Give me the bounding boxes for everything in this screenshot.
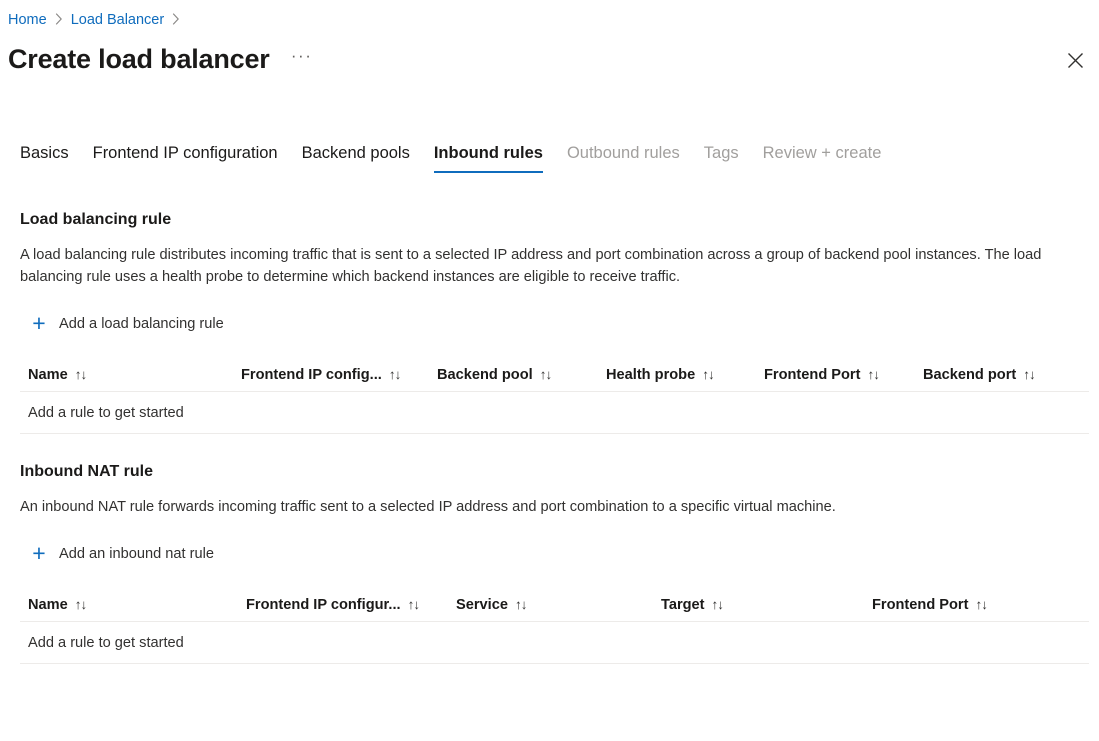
column-header-nat-target-label: Target (661, 596, 705, 613)
sort-arrows-icon[interactable]: ↑↓ (389, 367, 401, 382)
sort-arrows-icon[interactable]: ↑↓ (515, 597, 527, 612)
sort-arrows-icon[interactable]: ↑↓ (1023, 367, 1035, 382)
inbound-nat-rule-empty-row: Add a rule to get started (20, 622, 1089, 664)
sort-arrows-icon[interactable]: ↑↓ (867, 367, 879, 382)
chevron-right-icon-2 (172, 13, 180, 25)
column-header-nat-frontend-ip-configuration[interactable]: Frontend IP configur... ↑↓ (246, 597, 456, 613)
column-header-backend-port-label: Backend port (923, 366, 1017, 383)
sort-arrows-icon[interactable]: ↑↓ (540, 367, 552, 382)
load-balancing-rule-table: Name ↑↓ Frontend IP config... ↑↓ Backend… (20, 358, 1089, 434)
sort-arrows-icon[interactable]: ↑↓ (75, 367, 87, 382)
inbound-nat-rule-section: Inbound NAT rule An inbound NAT rule for… (20, 462, 1089, 664)
plus-icon: + (32, 310, 46, 336)
inbound-nat-rule-table-header: Name ↑↓ Frontend IP configur... ↑↓ Servi… (20, 588, 1089, 622)
column-header-nat-target[interactable]: Target ↑↓ (661, 597, 872, 613)
load-balancing-rule-table-header: Name ↑↓ Frontend IP config... ↑↓ Backend… (20, 358, 1089, 392)
inbound-nat-rule-title: Inbound NAT rule (20, 463, 154, 480)
column-header-health-probe-label: Health probe (606, 366, 696, 383)
tab-review-create: Review + create (762, 144, 882, 162)
ellipsis-icon[interactable]: ··· (288, 46, 316, 74)
load-balancing-rule-section: Load balancing rule A load balancing rul… (20, 210, 1089, 434)
page-title: Create load balancer (8, 44, 270, 75)
inbound-nat-rule-table: Name ↑↓ Frontend IP configur... ↑↓ Servi… (20, 588, 1089, 664)
sort-arrows-icon[interactable]: ↑↓ (75, 597, 87, 612)
main-content: Load balancing rule A load balancing rul… (20, 210, 1089, 664)
column-header-nat-service[interactable]: Service ↑↓ (456, 597, 661, 613)
tab-outbound-rules: Outbound rules (566, 144, 680, 162)
breadcrumb-item-home[interactable]: Home (8, 12, 47, 28)
column-header-frontend-port-label: Frontend Port (764, 366, 861, 383)
tab-inbound-rules[interactable]: Inbound rules (422, 143, 555, 173)
tab-frontend-ip-configuration[interactable]: Frontend IP configuration (81, 143, 290, 173)
add-inbound-nat-rule-button[interactable]: + Add an inbound nat rule (29, 542, 214, 565)
breadcrumb: Home Load Balancer (8, 8, 188, 32)
tab-basics[interactable]: Basics (8, 143, 81, 173)
column-header-nat-frontend-port[interactable]: Frontend Port ↑↓ (872, 597, 1052, 613)
sort-arrows-icon[interactable]: ↑↓ (702, 367, 714, 382)
column-header-nat-frontend-port-label: Frontend Port (872, 596, 969, 613)
plus-icon: + (32, 540, 46, 566)
column-header-backend-port[interactable]: Backend port ↑↓ (923, 367, 1083, 383)
wizard-tabs: Basics Frontend IP configuration Backend… (8, 143, 1099, 179)
chevron-right-icon (55, 13, 63, 25)
load-balancing-rule-empty-message: Add a rule to get started (28, 404, 184, 421)
column-header-nat-name[interactable]: Name ↑↓ (28, 597, 246, 613)
close-icon[interactable] (1058, 43, 1092, 77)
tab-tags: Tags (703, 144, 739, 162)
column-header-nat-service-label: Service (456, 596, 508, 613)
column-header-name-label: Name (28, 366, 68, 383)
column-header-health-probe[interactable]: Health probe ↑↓ (606, 367, 764, 383)
title-row: Create load balancer ··· (8, 38, 1091, 82)
breadcrumb-item-load-balancer[interactable]: Load Balancer (71, 12, 165, 28)
column-header-frontend-ip-config[interactable]: Frontend IP config... ↑↓ (241, 367, 437, 383)
sort-arrows-icon[interactable]: ↑↓ (712, 597, 724, 612)
inbound-nat-rule-empty-message: Add a rule to get started (28, 634, 184, 651)
add-inbound-nat-rule-label: Add an inbound nat rule (59, 545, 214, 562)
sort-arrows-icon[interactable]: ↑↓ (975, 597, 987, 612)
load-balancing-rule-empty-row: Add a rule to get started (20, 392, 1089, 434)
add-load-balancing-rule-label: Add a load balancing rule (59, 315, 224, 332)
create-load-balancer-page: Home Load Balancer Create load balancer … (0, 0, 1099, 741)
column-header-name[interactable]: Name ↑↓ (28, 367, 241, 383)
load-balancing-rule-description: A load balancing rule distributes incomi… (20, 247, 1042, 285)
column-header-nat-frontend-ip-configuration-label: Frontend IP configur... (246, 596, 401, 613)
column-header-frontend-ip-config-label: Frontend IP config... (241, 366, 382, 383)
load-balancing-rule-title: Load balancing rule (20, 211, 172, 228)
column-header-backend-pool-label: Backend pool (437, 366, 533, 383)
inbound-nat-rule-description: An inbound NAT rule forwards incoming tr… (20, 499, 836, 515)
column-header-frontend-port[interactable]: Frontend Port ↑↓ (764, 367, 923, 383)
column-header-backend-pool[interactable]: Backend pool ↑↓ (437, 367, 606, 383)
column-header-nat-name-label: Name (28, 596, 68, 613)
tab-backend-pools[interactable]: Backend pools (290, 143, 422, 173)
add-load-balancing-rule-button[interactable]: + Add a load balancing rule (29, 310, 224, 336)
sort-arrows-icon[interactable]: ↑↓ (408, 597, 420, 612)
